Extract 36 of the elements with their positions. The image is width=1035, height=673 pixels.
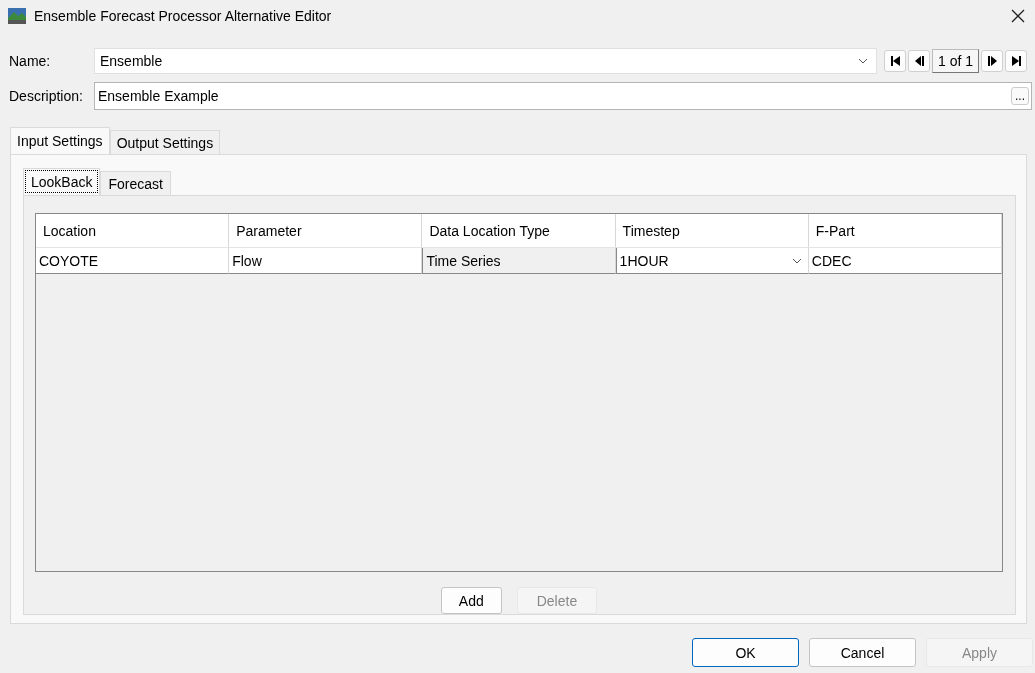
timestep-dropdown[interactable]: 1HOUR (615, 248, 809, 274)
record-position: 1 of 1 (932, 49, 980, 73)
column-header: Location (36, 214, 230, 248)
tab[interactable]: Output Settings (109, 130, 221, 154)
first-record-button[interactable] (884, 50, 906, 72)
column-header: F-Part (808, 214, 1002, 248)
tab[interactable]: LookBack (23, 168, 101, 195)
table-cell[interactable]: CDEC (808, 248, 1003, 274)
last-record-button[interactable] (1005, 50, 1028, 72)
next-icon (987, 56, 997, 66)
field-label: Description: (9, 88, 84, 104)
column-header: Data Location Type (422, 214, 616, 248)
app-icon (8, 8, 26, 24)
first-icon (890, 56, 900, 66)
table-action-button[interactable]: Add (440, 587, 502, 614)
window-title: Ensemble Forecast Processor Alternative Editor (34, 8, 333, 24)
chevron-down-icon (791, 257, 802, 264)
last-icon (1011, 56, 1021, 66)
previous-record-button[interactable] (908, 50, 930, 72)
column-header: Timestep (615, 214, 809, 248)
next-record-button[interactable] (981, 50, 1004, 72)
column-header: Parameter (229, 214, 423, 248)
table-cell[interactable]: Flow (229, 248, 423, 274)
name-dropdown[interactable]: Ensemble (94, 48, 877, 74)
table-cell: Time Series (422, 248, 616, 274)
dialog-button[interactable]: OK (692, 638, 799, 667)
table-cell[interactable]: COYOTE (36, 248, 230, 274)
dialog-button[interactable]: Cancel (809, 638, 916, 667)
close-icon[interactable] (1011, 9, 1025, 23)
previous-icon (914, 56, 924, 66)
chevron-down-icon (858, 58, 868, 64)
tab[interactable]: Input Settings (10, 127, 110, 154)
field-label: Name: (9, 53, 52, 69)
tab[interactable]: Forecast (100, 171, 171, 195)
more-button[interactable]: ... (1011, 87, 1029, 105)
description-field[interactable]: Ensemble Example ... (94, 82, 1032, 110)
